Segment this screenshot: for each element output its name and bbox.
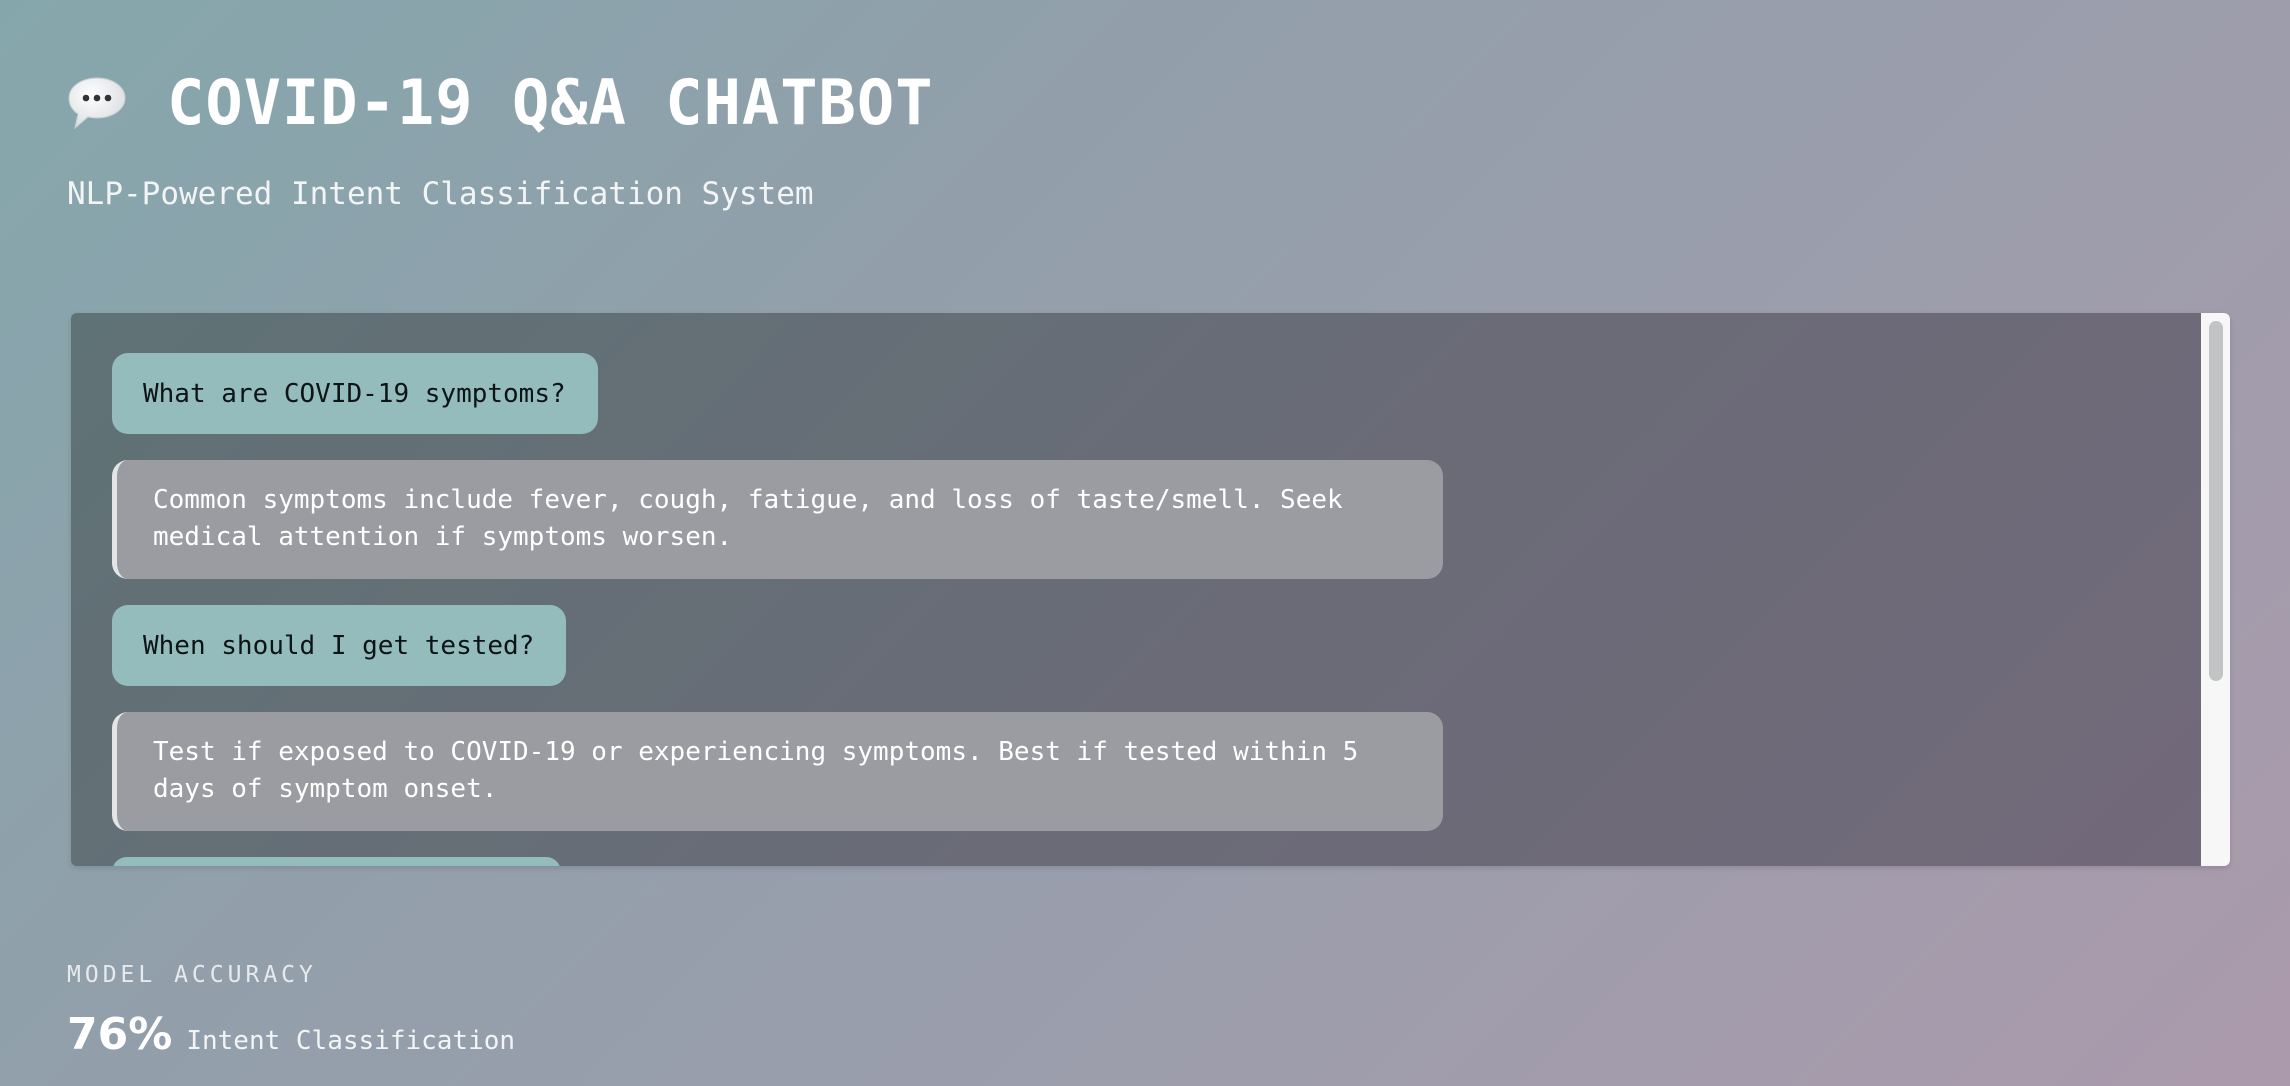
header: COVID-19 Q&A CHATBOT NLP-Powered Intent … [67,62,934,214]
accuracy-value: 76% [67,1009,173,1060]
bot-message: Common symptoms include fever, cough, fa… [112,460,1443,579]
chat-scrollbar[interactable] [2201,313,2230,866]
accuracy-caption: Intent Classification [186,1026,516,1056]
title-row: COVID-19 Q&A CHATBOT [67,62,934,144]
stat-row: 76% Intent Classification [67,1010,515,1060]
scrollbar-thumb[interactable] [2209,321,2223,681]
user-message: What are COVID-19 symptoms? [112,353,598,434]
user-message-partial [112,857,561,866]
page-subtitle: NLP-Powered Intent Classification System [67,176,814,212]
message-list[interactable]: What are COVID-19 symptoms? Common sympt… [71,313,2201,866]
user-message: When should I get tested? [112,605,567,686]
stat-label: MODEL ACCURACY [67,962,317,988]
bot-message: Test if exposed to COVID-19 or experienc… [112,712,1443,831]
page-title: COVID-19 Q&A CHATBOT [167,66,934,139]
chat-panel: What are COVID-19 symptoms? Common sympt… [71,313,2230,866]
model-stats: MODEL ACCURACY 76% Intent Classification [67,960,515,1060]
speech-bubble-icon [67,75,127,131]
